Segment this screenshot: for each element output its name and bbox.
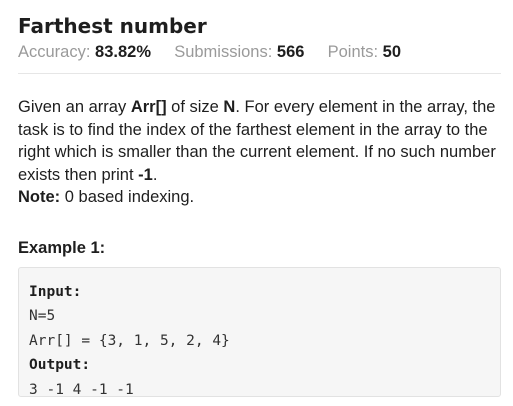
desc-text: of size (166, 98, 224, 116)
note-label: Note: (18, 188, 61, 206)
accuracy-label: Accuracy: (18, 43, 91, 61)
desc-n: N (223, 98, 236, 116)
example-output-line: 3 -1 4 -1 -1 (29, 381, 134, 398)
accuracy-value: 83.82% (95, 43, 151, 61)
desc-text: Given an array (18, 98, 131, 116)
example-1-heading: Example 1: (18, 238, 106, 257)
problem-title: Farthest number (18, 14, 207, 38)
example-input-line: Arr[] = {3, 1, 5, 2, 4} (29, 332, 230, 349)
points-label: Points: (327, 43, 379, 61)
desc-text: . (152, 165, 158, 184)
example-input-label: Input: (29, 283, 82, 300)
problem-description: Given an array Arr[] of size N. For ever… (18, 96, 501, 209)
note-text: 0 based indexing. (60, 188, 195, 206)
desc-minus-one: -1 (138, 165, 153, 184)
example-output-label: Output: (29, 357, 91, 373)
problem-container: Farthest number Accuracy: 83.82% Submiss… (18, 12, 501, 398)
example-1-box: Input: N=5 Arr[] = {3, 1, 5, 2, 4} Outpu… (18, 266, 501, 398)
example-input-line: N=5 (29, 308, 56, 324)
header-divider (18, 73, 501, 74)
submissions-label: Submissions: (174, 43, 273, 61)
desc-arr: Arr[] (130, 98, 167, 116)
points-value: 50 (382, 43, 402, 61)
problem-stats: Accuracy: 83.82% Submissions: 566 Points… (18, 41, 501, 63)
submissions-value: 566 (276, 43, 305, 61)
